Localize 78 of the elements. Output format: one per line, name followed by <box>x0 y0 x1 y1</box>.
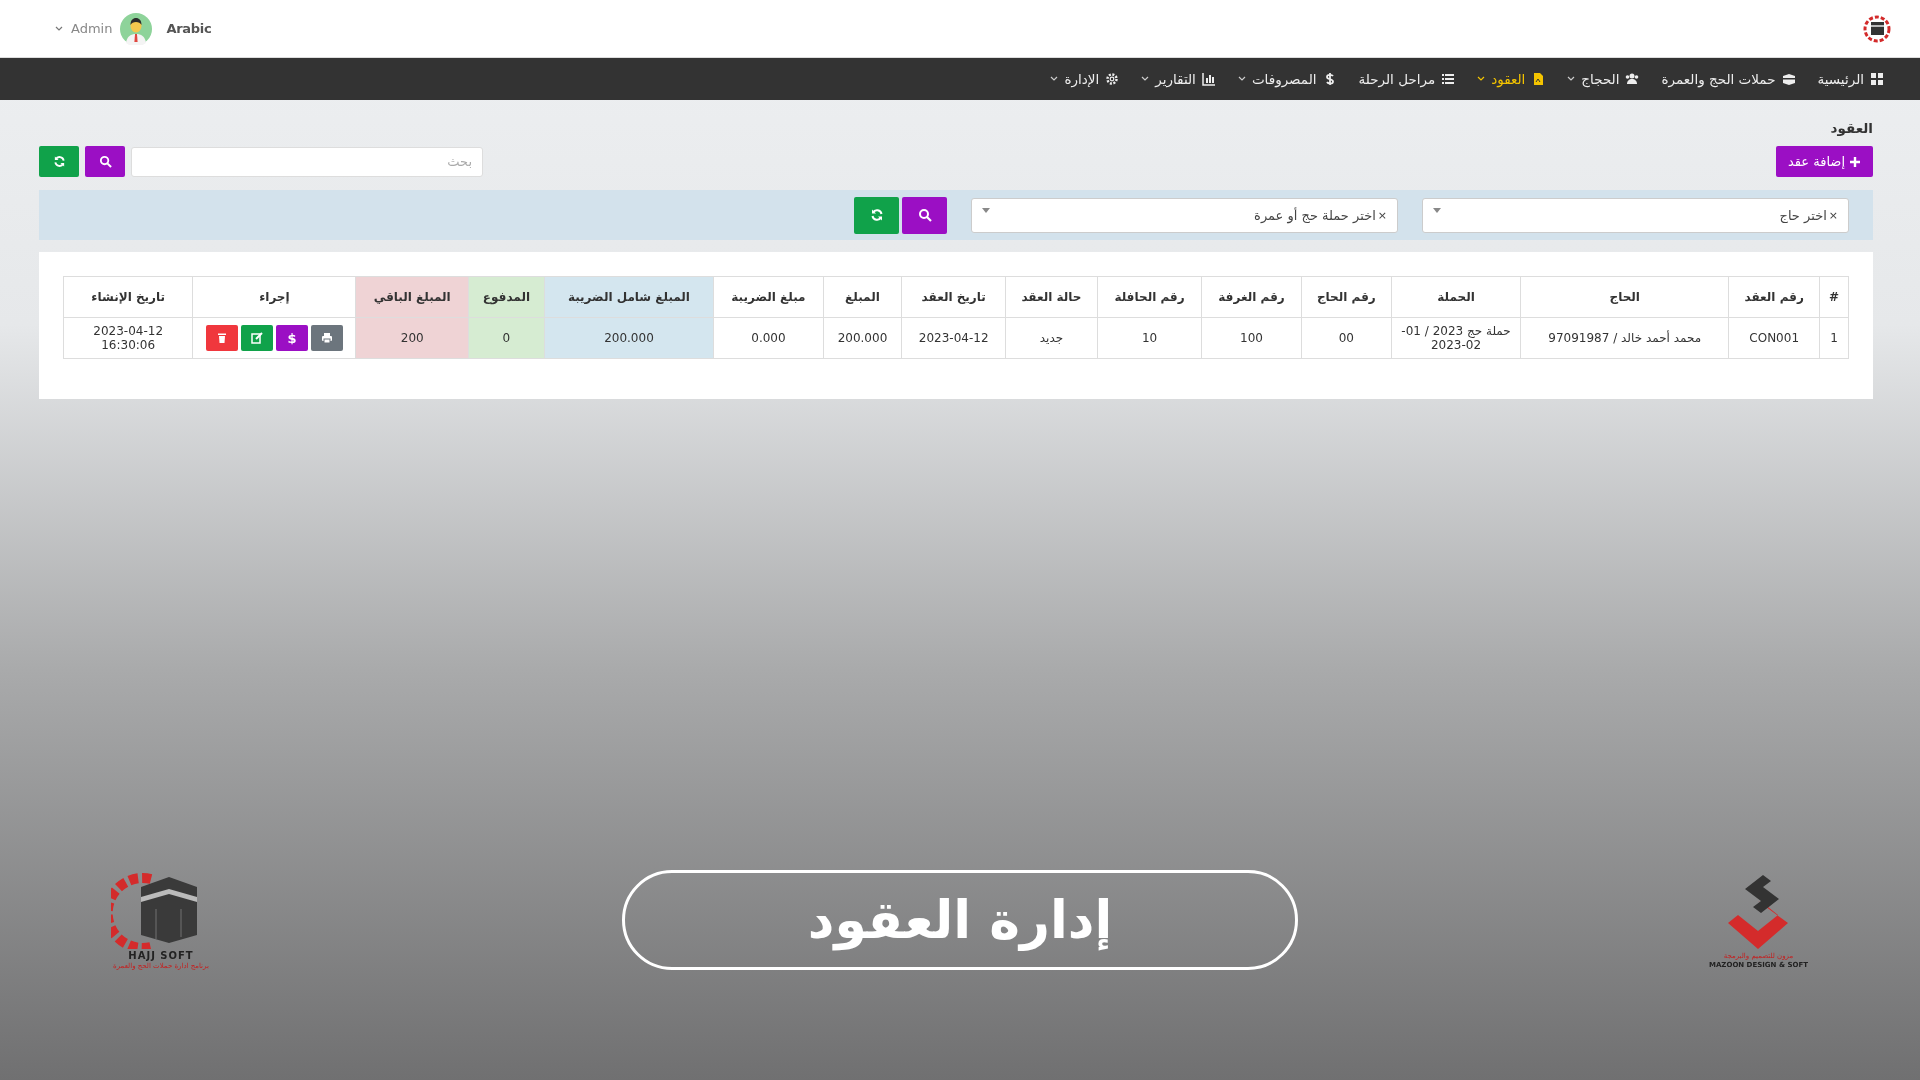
users-icon <box>1625 72 1640 86</box>
table-cell: 10 <box>1097 317 1202 359</box>
kaaba-icon <box>1781 72 1796 86</box>
select-placeholder: اختر حملة حج أو عمرة <box>1253 207 1376 223</box>
nav-item[interactable]: المصروفات <box>1237 71 1337 87</box>
column-header: المبلغ الباقي <box>355 276 469 318</box>
select-placeholder: اختر حاج <box>1778 207 1827 223</box>
nav-item[interactable]: الرئيسية <box>1817 71 1884 87</box>
column-header: رقم العقد <box>1728 276 1820 318</box>
filter-refresh-button[interactable] <box>854 196 899 234</box>
logo-icon <box>1862 13 1892 44</box>
add-contract-button[interactable]: إضافة عقد <box>1775 146 1873 177</box>
refresh-icon <box>52 155 66 168</box>
logo-name: HAJJ SOFT <box>128 950 194 961</box>
nav-item[interactable]: مراحل الرحلة <box>1358 71 1456 87</box>
page-title: العقود <box>1829 119 1873 138</box>
bar-chart-icon <box>1201 72 1216 86</box>
filter-search-button[interactable] <box>902 196 947 234</box>
list-icon <box>1441 72 1456 86</box>
column-header: الحاج <box>1520 276 1729 318</box>
nav-item[interactable]: العقود <box>1477 71 1546 87</box>
select-field[interactable]: × اختر حاج <box>1422 197 1849 233</box>
table-cell: 200.000 <box>544 317 714 359</box>
table-cell: 2023-04-12 16:30:06 <box>63 317 193 359</box>
column-header: المدفوع <box>468 276 545 318</box>
avatar-icon <box>120 12 153 45</box>
column-header: تاريخ العقد <box>901 276 1006 318</box>
language-selector[interactable]: Arabic <box>166 21 212 36</box>
edit-button[interactable] <box>240 325 273 351</box>
search-icon <box>98 155 112 168</box>
table-cell: جديد <box>1005 317 1098 359</box>
plus-icon <box>1849 155 1861 168</box>
column-header: رقم الحافلة <box>1097 276 1202 318</box>
clear-icon[interactable]: × <box>1828 208 1838 222</box>
column-header: المبلغ شامل الضريبة <box>544 276 714 318</box>
delete-button[interactable] <box>205 325 238 351</box>
refresh-button[interactable] <box>39 146 79 177</box>
user-name[interactable]: Admin <box>71 21 113 36</box>
column-header: إجراء <box>192 276 356 318</box>
table-cell: 00 <box>1301 317 1392 359</box>
caret-icon[interactable] <box>55 25 63 32</box>
trash-icon <box>215 332 228 344</box>
table-cell: 1 <box>1819 317 1849 359</box>
column-header: رقم الغرفة <box>1201 276 1302 318</box>
table-cell: 0 <box>468 317 545 359</box>
table-cell: 100 <box>1201 317 1302 359</box>
gear-icon <box>1105 72 1120 86</box>
search-button[interactable] <box>85 146 125 177</box>
grid-icon <box>1870 72 1884 86</box>
nav-item[interactable]: حملات الحج والعمرة <box>1661 71 1796 87</box>
column-header: # <box>1819 276 1849 318</box>
search-field[interactable]: بحث <box>131 146 483 177</box>
nav-item[interactable]: الإدارة <box>1050 71 1120 87</box>
dropdown-arrow-icon <box>1433 207 1441 213</box>
nav-item[interactable]: الحجاج <box>1567 71 1640 87</box>
nav-item[interactable]: التقارير <box>1141 71 1216 87</box>
column-header: حالة العقد <box>1005 276 1098 318</box>
table-cell: 200 <box>355 317 469 359</box>
document-icon <box>1531 72 1546 86</box>
pay-button[interactable]: $ <box>275 325 308 351</box>
caption-pill: إدارة العقود <box>622 869 1298 970</box>
column-header: الحملة <box>1391 276 1521 318</box>
table-cell: حملة حج 2023 / 01-02-2023 <box>1391 317 1521 359</box>
table-cell: CON001 <box>1728 317 1820 359</box>
table-cell: 2023-04-12 <box>901 317 1006 359</box>
clear-icon[interactable]: × <box>1377 208 1387 222</box>
refresh-icon <box>869 208 884 222</box>
print-button[interactable] <box>310 325 343 351</box>
column-header: المبلغ <box>823 276 902 318</box>
table-cell: 200.000 <box>823 317 902 359</box>
column-header: رقم الحاج <box>1301 276 1392 318</box>
dropdown-arrow-icon <box>982 207 990 213</box>
select-field[interactable]: × اختر حملة حج أو عمرة <box>971 197 1398 233</box>
edit-icon <box>250 332 263 344</box>
printer-icon <box>320 332 333 344</box>
table-cell: محمد أحمد خالد / 97091987 <box>1520 317 1729 359</box>
search-icon <box>917 208 932 222</box>
column-header: تاريخ الإنشاء <box>63 276 193 318</box>
